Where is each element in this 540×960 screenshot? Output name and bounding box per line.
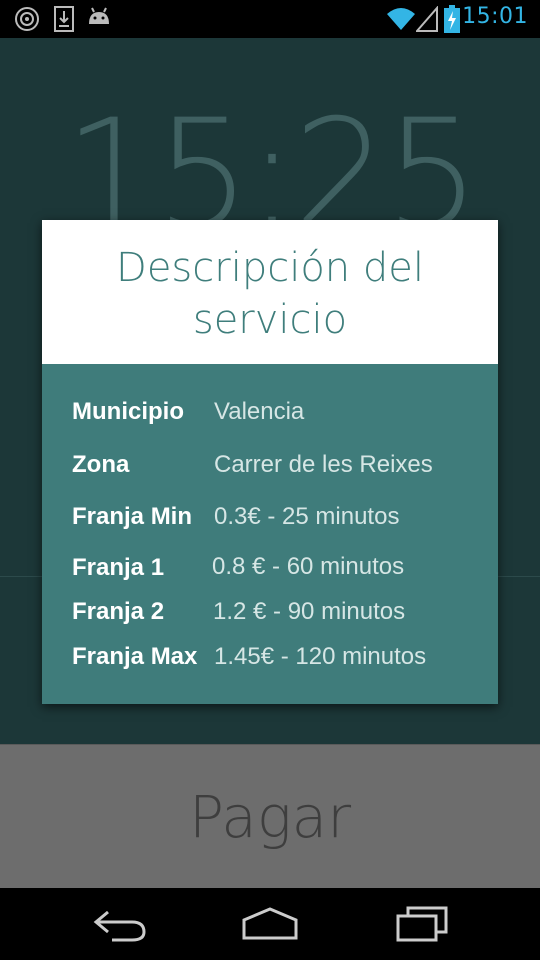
download-icon — [54, 6, 74, 36]
navigation-bar — [0, 888, 540, 960]
row-label: Municipio — [72, 398, 184, 425]
row-value: 1.2 € - 90 minutos — [213, 598, 406, 625]
row-label: Franja 2 — [72, 598, 165, 625]
hotspot-icon — [14, 6, 40, 36]
row-value: Carrer de les Reixes — [214, 451, 433, 478]
wifi-icon — [386, 6, 416, 36]
row-label: Zona — [72, 451, 130, 478]
battery-charging-icon — [444, 5, 460, 37]
android-icon — [86, 6, 112, 34]
recent-apps-icon[interactable] — [394, 906, 450, 946]
row-value: 0.8 € - 60 minutos — [212, 553, 405, 580]
status-bar: 15:01 — [0, 0, 540, 38]
signal-icon — [414, 5, 438, 36]
row-label: Franja 1 — [72, 554, 165, 581]
pay-button[interactable]: Pagar — [0, 744, 540, 889]
dialog-body: Municipio Valencia Zona Carrer de les Re… — [42, 364, 498, 704]
back-icon[interactable] — [92, 906, 148, 946]
service-description-dialog: Descripción del servicio Municipio Valen… — [42, 220, 498, 704]
row-label: Franja Min — [72, 503, 193, 530]
dialog-title: Descripción del servicio — [42, 242, 498, 346]
dialog-header: Descripción del servicio — [42, 220, 498, 364]
dialog-title-line1: Descripción del — [116, 245, 424, 291]
row-label: Franja Max — [72, 643, 198, 670]
status-clock: 15:01 — [462, 4, 528, 29]
home-icon[interactable] — [240, 906, 300, 946]
row-value: Valencia — [214, 398, 305, 425]
row-value: 1.45€ - 120 minutos — [214, 643, 427, 670]
dialog-title-line2: servicio — [192, 297, 348, 343]
row-value: 0.3€ - 25 minutos — [214, 503, 400, 530]
